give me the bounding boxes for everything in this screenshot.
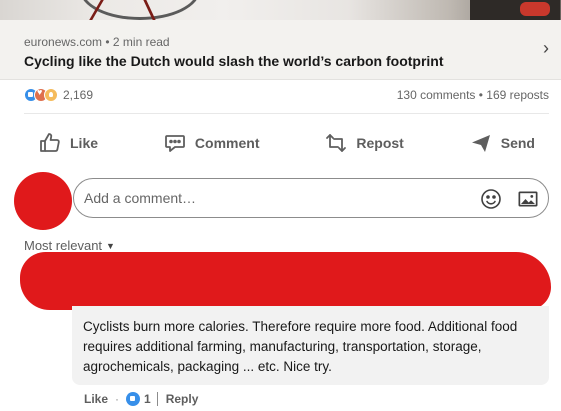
like-reaction-icon bbox=[126, 392, 141, 406]
image-icon bbox=[518, 191, 538, 207]
emoji-icon bbox=[481, 189, 501, 209]
separator-pipe bbox=[156, 392, 158, 406]
divider bbox=[24, 113, 549, 114]
emoji-button[interactable] bbox=[479, 187, 503, 211]
like-button[interactable]: Like bbox=[24, 124, 112, 162]
caret-down-icon: ▼ bbox=[106, 240, 115, 251]
comments-reposts-count[interactable]: 130 comments • 169 reposts bbox=[397, 88, 549, 102]
article-source: euronews.com • 2 min read bbox=[24, 35, 170, 49]
send-icon bbox=[471, 135, 490, 152]
comment-bubble: Cyclists burn more calories. Therefore r… bbox=[72, 306, 549, 385]
article-thumbnail-image[interactable] bbox=[0, 0, 561, 20]
reactions-summary[interactable]: 2,169 bbox=[24, 87, 94, 102]
repost-button[interactable]: Repost bbox=[310, 124, 417, 162]
sort-label: Most relevant bbox=[24, 238, 103, 253]
comment-like-button[interactable]: Like bbox=[84, 392, 108, 406]
comment-button[interactable]: Comment bbox=[149, 124, 274, 162]
like-button-label: Like bbox=[70, 135, 99, 151]
comment-reply-button[interactable]: Reply bbox=[166, 392, 199, 406]
article-title[interactable]: Cycling like the Dutch would slash the w… bbox=[24, 53, 444, 69]
comment-like-count[interactable]: 1 bbox=[144, 392, 151, 406]
repost-button-label: Repost bbox=[356, 135, 404, 151]
send-button[interactable]: Send bbox=[455, 124, 549, 162]
bicycle-red-part-graphic bbox=[520, 2, 550, 16]
comment-text: Cyclists burn more calories. Therefore r… bbox=[83, 319, 518, 374]
comment-sort-dropdown[interactable]: Most relevant ▼ bbox=[24, 238, 115, 253]
avatar[interactable] bbox=[14, 172, 72, 230]
post-action-bar: Like Comment Repost Send bbox=[24, 124, 549, 162]
comment-input[interactable] bbox=[84, 186, 464, 210]
image-button[interactable] bbox=[516, 187, 540, 211]
separator-dot: · bbox=[115, 392, 120, 406]
comment-button-label: Comment bbox=[194, 135, 260, 151]
comment-actions: Like · 1 Reply bbox=[84, 390, 198, 408]
repost-icon bbox=[326, 134, 347, 152]
insightful-icon bbox=[44, 88, 58, 102]
reaction-count: 2,169 bbox=[63, 88, 94, 102]
thumbs-up-icon bbox=[40, 133, 60, 152]
comment-icon bbox=[165, 135, 185, 152]
redacted-commenter-info bbox=[20, 252, 551, 310]
chevron-right-icon[interactable]: › bbox=[543, 38, 549, 59]
social-counts-bar: 2,169 130 comments • 169 reposts bbox=[24, 86, 549, 106]
shared-article-card[interactable]: euronews.com • 2 min read Cycling like t… bbox=[0, 20, 561, 80]
send-button-label: Send bbox=[500, 135, 535, 151]
comment-input-box[interactable] bbox=[73, 178, 549, 218]
